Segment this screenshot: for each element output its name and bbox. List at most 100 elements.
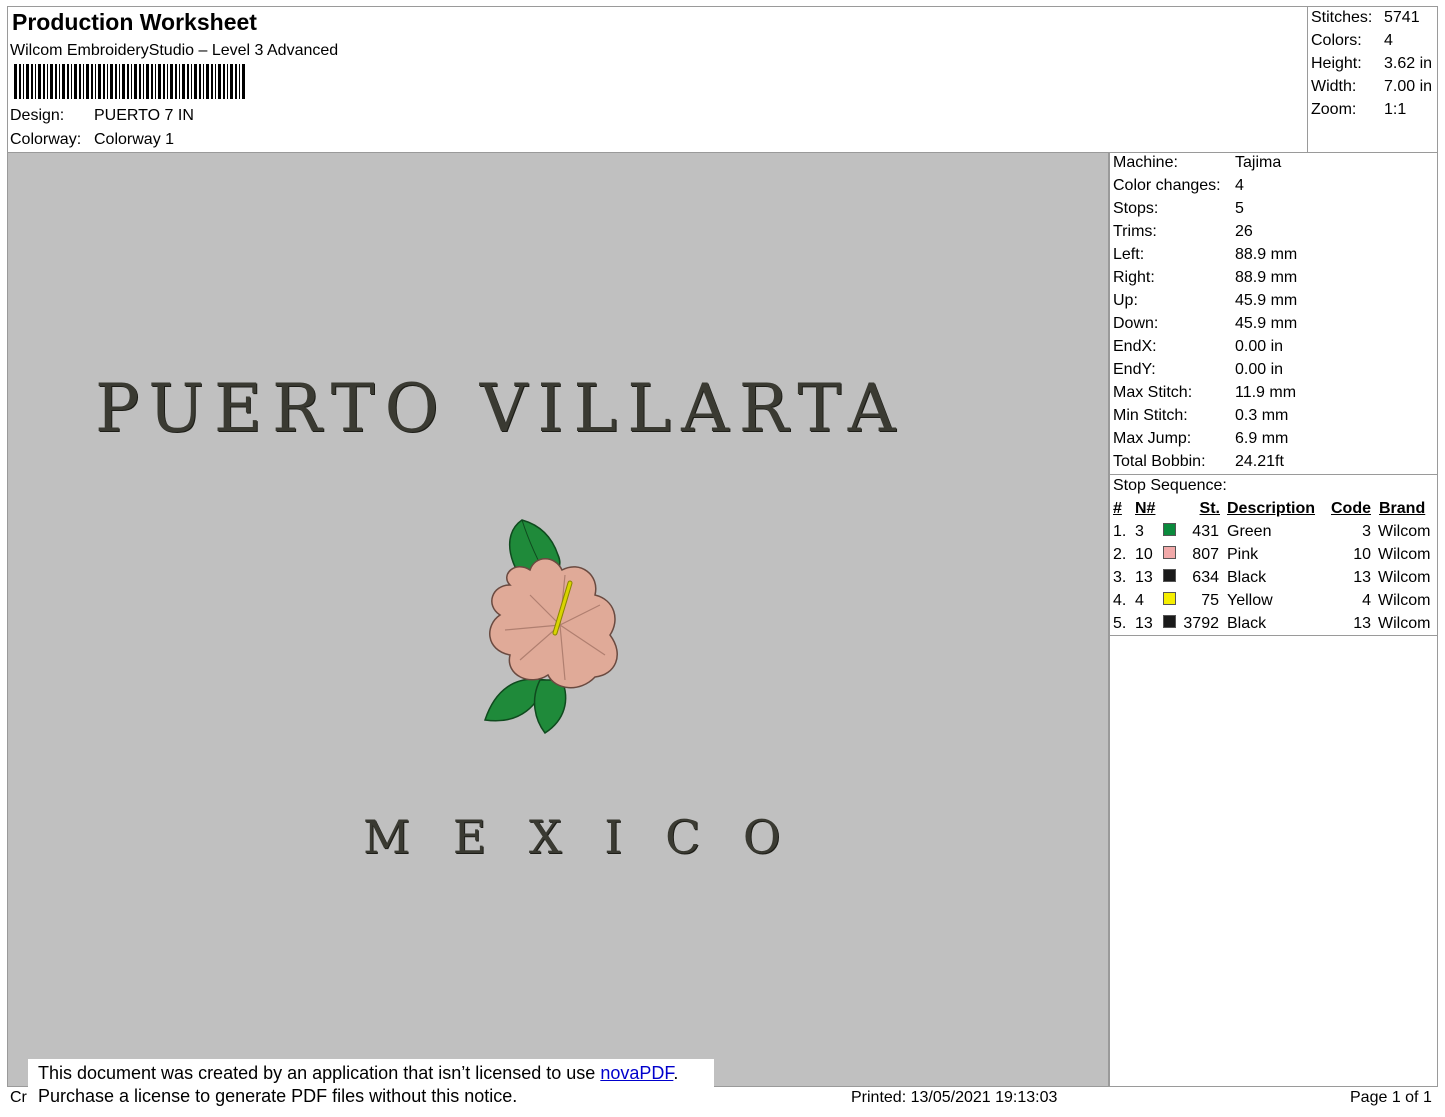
stop-sequence-header-brand: Brand	[1379, 500, 1426, 517]
needle-number: 3	[1135, 523, 1144, 540]
barcode-bar	[47, 64, 48, 99]
detail-label-endx: EndX:	[1113, 338, 1157, 355]
barcode-bar	[230, 64, 233, 99]
detail-label-trims: Trims:	[1113, 223, 1157, 240]
barcode-bar	[151, 64, 153, 99]
needle-number: 4	[1135, 592, 1144, 609]
colorway-value: Colorway 1	[94, 131, 175, 148]
barcode-bar	[199, 64, 201, 99]
detail-value-left: 88.9 mm	[1235, 246, 1298, 263]
stop-sequence-divider-bottom	[1110, 635, 1438, 636]
barcode-bar	[86, 64, 89, 99]
barcode-bar	[79, 64, 81, 99]
stitch-count: 3792	[1183, 615, 1219, 632]
barcode-bar	[62, 64, 65, 99]
detail-value-stops: 5	[1235, 200, 1244, 217]
design-label: Design:	[10, 107, 65, 124]
color-description: Green	[1227, 523, 1272, 540]
detail-label-right: Right:	[1113, 269, 1155, 286]
barcode-bar	[119, 64, 120, 99]
thread-brand: Wilcom	[1378, 569, 1431, 586]
detail-label-machine: Machine:	[1113, 154, 1178, 171]
notice-line-1: This document was created by an applicat…	[38, 1062, 714, 1085]
printed-timestamp: Printed: 13/05/2021 19:13:03	[851, 1089, 1058, 1106]
color-swatch	[1163, 592, 1176, 605]
barcode-bar	[194, 64, 197, 99]
detail-value-right: 88.9 mm	[1235, 269, 1298, 286]
width-value: 7.00 in	[1384, 78, 1433, 95]
barcode-bar	[242, 64, 245, 99]
row-number: 2.	[1113, 546, 1127, 563]
license-notice: This document was created by an applicat…	[28, 1059, 714, 1111]
stop-sequence-title: Stop Sequence:	[1113, 477, 1227, 494]
zoom-value: 1:1	[1384, 101, 1407, 118]
detail-value-trims: 26	[1235, 223, 1253, 240]
barcode-bar	[38, 64, 41, 99]
page-number: Page 1 of 1	[1350, 1089, 1432, 1106]
detail-label-max-jump: Max Jump:	[1113, 430, 1192, 447]
row-number: 4.	[1113, 592, 1127, 609]
detail-label-stops: Stops:	[1113, 200, 1159, 217]
barcode-bar	[239, 64, 240, 99]
color-code: 10	[1353, 546, 1371, 563]
barcode-bar	[158, 64, 161, 99]
page-title: Production Worksheet	[12, 9, 257, 35]
barcode-bar	[23, 64, 24, 99]
barcode-bar	[115, 64, 117, 99]
barcode-bar	[71, 64, 72, 99]
detail-value-endx: 0.00 in	[1235, 338, 1284, 355]
row-number: 1.	[1113, 523, 1127, 540]
colorway-label: Colorway:	[10, 131, 82, 148]
detail-value-total-bobbin: 24.21ft	[1235, 453, 1284, 470]
bottom-right-leaf-shape	[533, 679, 567, 735]
barcode-bar	[131, 64, 132, 99]
stop-sequence-header-description: Description	[1227, 500, 1316, 517]
stop-sequence-divider-top	[1110, 474, 1438, 475]
barcode-bar	[215, 64, 216, 99]
stitch-count: 634	[1192, 569, 1219, 586]
flower-petals-shape	[489, 558, 618, 689]
novapdf-link[interactable]: novaPDF	[600, 1063, 673, 1083]
thread-brand: Wilcom	[1378, 592, 1431, 609]
detail-value-color-changes: 4	[1235, 177, 1244, 194]
barcode-bar	[14, 64, 17, 99]
barcode-bar	[95, 64, 96, 99]
detail-label-min-stitch: Min Stitch:	[1113, 407, 1188, 424]
width-label: Width:	[1311, 78, 1357, 95]
colors-label: Colors:	[1311, 32, 1362, 49]
barcode-bar	[235, 64, 237, 99]
software-subtitle: Wilcom EmbroideryStudio – Level 3 Advanc…	[10, 42, 339, 59]
stitch-count: 75	[1201, 592, 1219, 609]
detail-value-endy: 0.00 in	[1235, 361, 1284, 378]
row-number: 3.	[1113, 569, 1127, 586]
design-text-puerto-villarta: PUERTO VILLARTA	[95, 370, 906, 447]
color-description: Yellow	[1227, 592, 1273, 609]
barcode-bar	[35, 64, 36, 99]
barcode-bar	[211, 64, 213, 99]
stitch-count: 431	[1192, 523, 1219, 540]
color-code: 13	[1353, 615, 1371, 632]
height-label: Height:	[1311, 55, 1362, 72]
barcode-bar	[26, 64, 29, 99]
needle-number: 13	[1135, 615, 1153, 632]
barcode-bar	[206, 64, 209, 99]
barcode-bar	[167, 64, 168, 99]
stop-sequence-header-num: #	[1113, 500, 1122, 517]
height-value: 3.62 in	[1384, 55, 1433, 72]
barcode-bar	[175, 64, 177, 99]
stitches-value: 5741	[1384, 9, 1420, 26]
color-description: Black	[1227, 569, 1267, 586]
barcode-bar	[43, 64, 45, 99]
barcode-bar	[31, 64, 33, 99]
barcode-bar	[110, 64, 113, 99]
barcode-bar	[122, 64, 125, 99]
barcode-bar	[223, 64, 225, 99]
zoom-label: Zoom:	[1311, 101, 1357, 118]
detail-label-down: Down:	[1113, 315, 1159, 332]
color-code: 4	[1362, 592, 1371, 609]
barcode-bar	[179, 64, 180, 99]
barcode-bar	[55, 64, 57, 99]
stop-sequence-header-code: Code	[1331, 500, 1371, 517]
barcode-bar	[83, 64, 84, 99]
barcode-bar	[139, 64, 141, 99]
